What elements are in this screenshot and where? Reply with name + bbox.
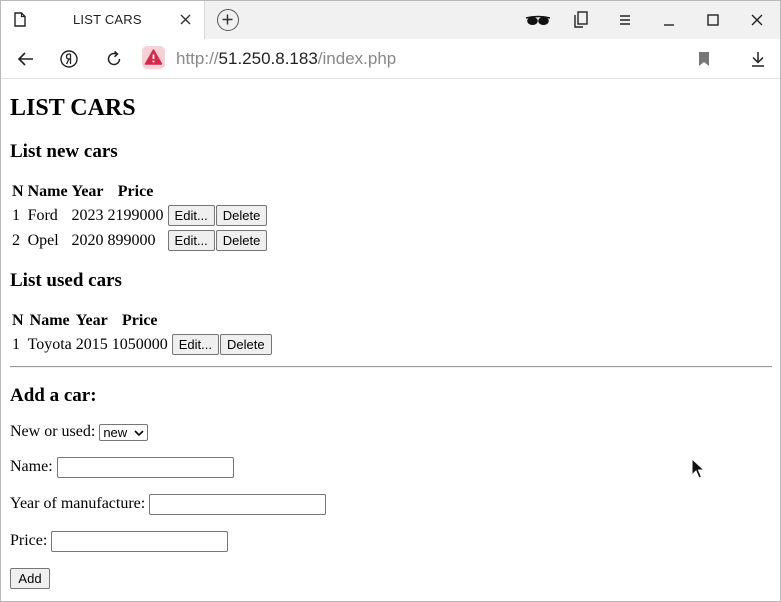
tab-list-cars[interactable]: LIST CARS — [1, 1, 205, 39]
type-row: New or used: new — [10, 423, 148, 441]
column-header: Name — [29, 312, 70, 329]
yandex-logo-icon[interactable] — [59, 49, 79, 69]
column-header: Price — [122, 312, 158, 329]
chevron-down-icon — [134, 430, 144, 436]
column-header: N — [12, 312, 24, 329]
price-label: Price: — [10, 532, 48, 550]
add-car-heading: Add a car: — [10, 385, 97, 406]
name-row: Name: — [10, 457, 234, 478]
cell-actions: Edit... Delete — [167, 229, 270, 252]
tab-strip: LIST CARS — [1, 1, 780, 39]
year-row: Year of manufacture: — [10, 494, 327, 515]
new-cars-heading: List new cars — [10, 141, 118, 162]
url-path: /index.php — [317, 49, 397, 68]
table-row: 1 Toyota 2015 1050000 Edit... Delete — [11, 333, 274, 356]
year-label: Year of manufacture: — [10, 495, 146, 513]
column-header: Year — [75, 312, 108, 329]
cell-actions: Edit... Delete — [167, 204, 270, 227]
minimize-icon[interactable] — [659, 10, 679, 30]
year-input[interactable] — [149, 494, 327, 515]
table-header-row: N Name Year Price — [11, 311, 274, 331]
incognito-glasses-icon[interactable] — [525, 10, 551, 30]
bookmark-icon[interactable] — [694, 49, 714, 69]
price-input[interactable] — [51, 531, 229, 552]
edit-button[interactable]: Edit... — [167, 230, 215, 251]
table-row: 2 Opel 2020 899000 Edit... Delete — [11, 229, 269, 252]
cell-actions: Edit... Delete — [171, 333, 274, 356]
plus-icon — [222, 14, 233, 25]
navigation-bar: http://51.250.8.183/index.php — [1, 39, 780, 79]
close-window-icon[interactable] — [747, 10, 767, 30]
name-label: Name: — [10, 458, 53, 476]
address-bar[interactable]: http://51.250.8.183/index.php — [176, 49, 396, 69]
table-row: 1 Ford 2023 2199000 Edit... Delete — [11, 204, 269, 227]
mouse-cursor-icon — [691, 458, 705, 479]
menu-icon[interactable] — [615, 10, 635, 30]
cell-n: 2 — [12, 231, 20, 249]
cell-year: 2023 — [71, 206, 104, 224]
close-tab-icon[interactable] — [179, 13, 192, 26]
cell-year: 2020 — [71, 231, 104, 249]
cell-price: 899000 — [107, 231, 156, 249]
cell-name: Ford — [27, 206, 58, 224]
download-icon[interactable] — [748, 49, 768, 69]
edit-button[interactable]: Edit... — [171, 334, 220, 355]
column-header: Name — [27, 183, 68, 200]
delete-button[interactable]: Delete — [215, 205, 268, 226]
edit-button[interactable]: Edit... — [167, 205, 215, 226]
document-icon — [14, 12, 26, 27]
column-header: Price — [117, 183, 154, 200]
cell-price: 1050000 — [111, 335, 168, 353]
price-row: Price: — [10, 531, 229, 552]
tab-title: LIST CARS — [73, 12, 142, 27]
warning-triangle-icon — [144, 49, 163, 65]
select-value: new — [103, 424, 128, 440]
new-tab-button[interactable] — [217, 9, 239, 31]
new-or-used-select[interactable]: new — [99, 423, 148, 441]
page-content: LIST CARS List new cars N Name Year Pric… — [1, 79, 780, 601]
delete-button[interactable]: Delete — [215, 230, 268, 251]
table-header-row: N Name Year Price — [11, 182, 269, 202]
delete-button[interactable]: Delete — [220, 334, 272, 355]
cell-name: Opel — [27, 231, 59, 249]
actions-header — [171, 311, 274, 331]
cell-name: Toyota — [27, 335, 72, 353]
column-header: Year — [71, 183, 104, 200]
browser-window: LIST CARS http://51.250.8.183/index.php … — [0, 0, 781, 602]
cell-n: 1 — [12, 206, 20, 224]
column-header: N — [12, 183, 24, 200]
name-input[interactable] — [56, 457, 234, 478]
used-cars-heading: List used cars — [10, 270, 122, 291]
url-scheme: http:// — [176, 49, 219, 68]
cell-price: 2199000 — [107, 206, 164, 224]
back-arrow-icon[interactable] — [16, 49, 36, 69]
add-button[interactable]: Add — [10, 568, 50, 589]
reload-icon[interactable] — [104, 49, 124, 69]
actions-header — [167, 182, 270, 202]
type-label: New or used: — [10, 423, 96, 440]
used-cars-table: N Name Year Price 1 Toyota 2015 1050000 … — [9, 309, 276, 358]
new-cars-table: N Name Year Price 1 Ford 2023 2199000 Ed… — [9, 180, 271, 254]
divider — [10, 366, 772, 368]
collections-icon[interactable] — [571, 10, 591, 30]
cell-n: 1 — [12, 335, 20, 353]
url-host: 51.250.8.183 — [218, 49, 318, 68]
maximize-icon[interactable] — [703, 10, 723, 30]
security-warning-badge[interactable] — [142, 46, 165, 69]
page-title: LIST CARS — [10, 95, 136, 121]
cell-year: 2015 — [75, 335, 108, 353]
